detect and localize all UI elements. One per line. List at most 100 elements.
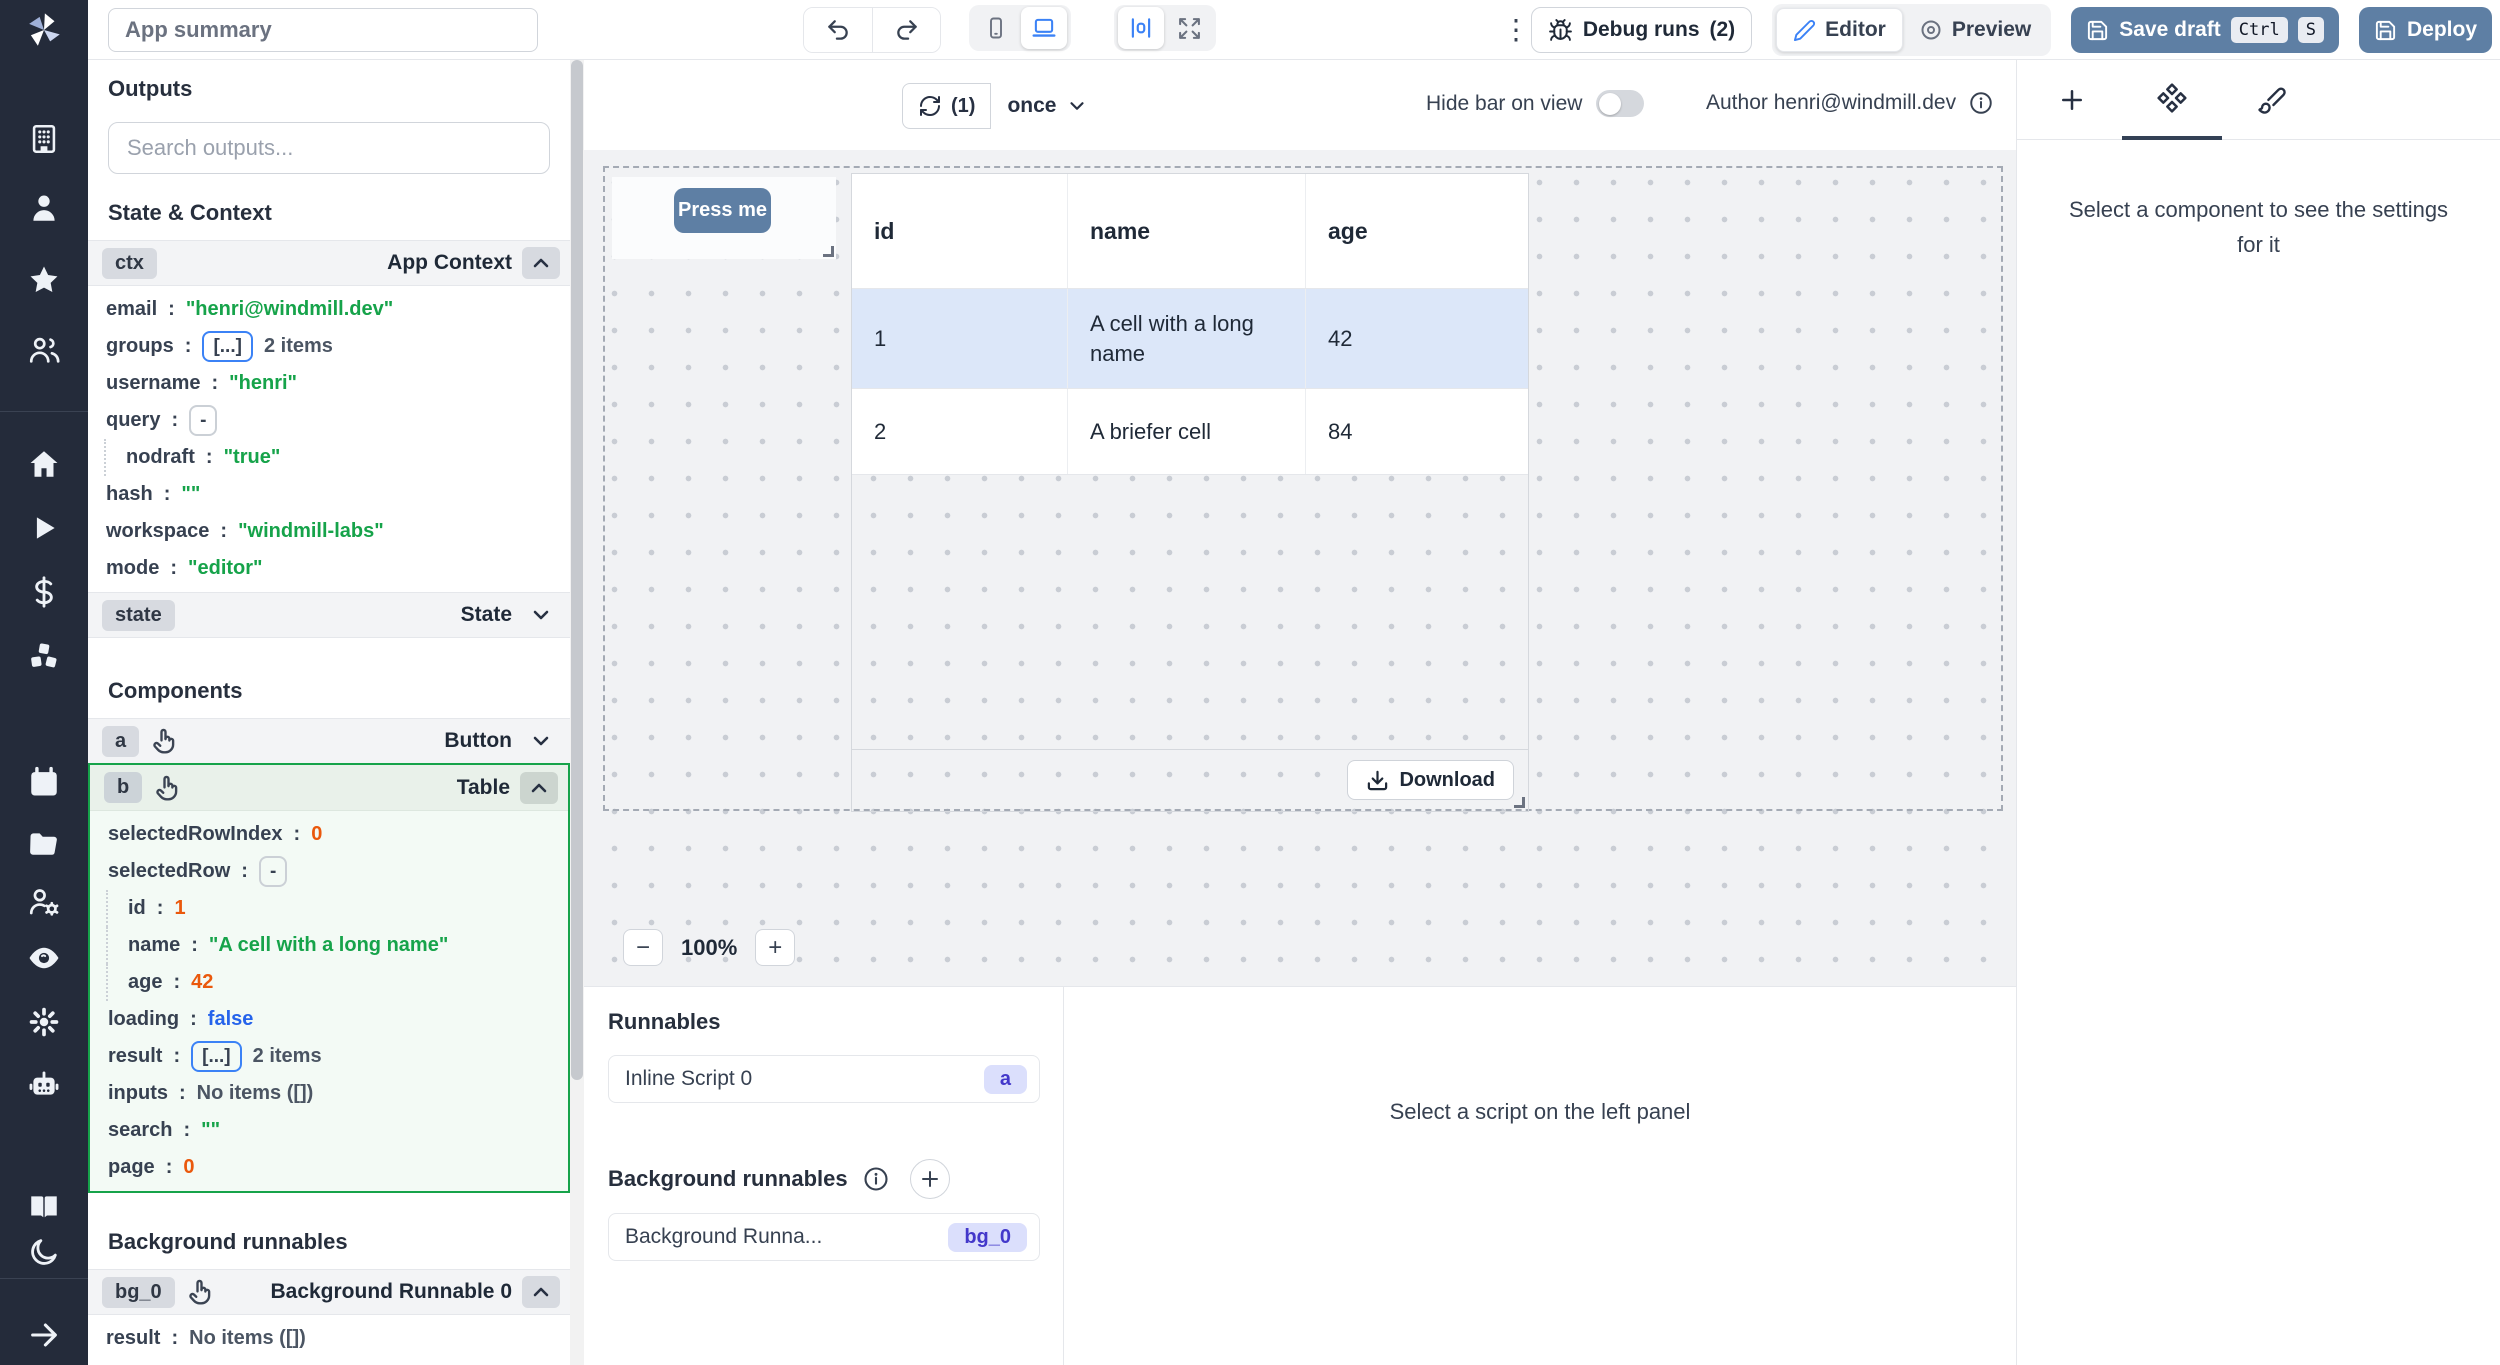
output-value: 1 bbox=[174, 897, 185, 920]
collapse-component-b-button[interactable] bbox=[520, 772, 558, 804]
kbd-ctrl: Ctrl bbox=[2231, 17, 2288, 43]
output-key: result bbox=[108, 1045, 162, 1068]
runnables-title: Runnables bbox=[608, 1009, 1039, 1035]
refresh-button[interactable]: (1) bbox=[902, 83, 991, 129]
center-layout-button[interactable] bbox=[1118, 7, 1164, 49]
windmill-logo[interactable] bbox=[0, 0, 88, 60]
collapse-ctx-button[interactable] bbox=[522, 247, 560, 279]
expand-value-pill[interactable]: [...] bbox=[191, 1041, 242, 1072]
component-b-header[interactable]: b Table bbox=[90, 765, 568, 811]
ctx-section-header[interactable]: ctx App Context bbox=[88, 240, 570, 286]
add-background-runnable-button[interactable] bbox=[910, 1159, 950, 1199]
workspace-building-icon[interactable] bbox=[27, 122, 61, 156]
fullscreen-layout-button[interactable] bbox=[1166, 7, 1212, 49]
workers-user-cog-icon[interactable] bbox=[27, 884, 61, 918]
expand-value-pill[interactable]: - bbox=[259, 856, 287, 887]
info-icon[interactable] bbox=[1968, 90, 1994, 116]
expand-value-pill[interactable]: - bbox=[189, 405, 217, 436]
dark-mode-moon-icon[interactable] bbox=[27, 1235, 61, 1269]
expand-state-button[interactable] bbox=[522, 599, 560, 631]
output-key: hash bbox=[106, 483, 153, 506]
save-draft-button[interactable]: Save draft Ctrl S bbox=[2071, 7, 2339, 53]
ctx-badge: ctx bbox=[102, 248, 157, 279]
bg0-section-header[interactable]: bg_0 Background Runnable 0 bbox=[88, 1269, 570, 1315]
output-key: name bbox=[128, 934, 180, 957]
zoom-in-button[interactable]: + bbox=[755, 929, 795, 966]
save-icon bbox=[2086, 19, 2109, 42]
expand-value-pill[interactable]: [...] bbox=[202, 331, 253, 362]
state-context-title: State & Context bbox=[88, 200, 570, 226]
output-key: nodraft bbox=[126, 446, 195, 469]
output-kv-row: loading:false bbox=[90, 1001, 568, 1038]
outputs-scrollbar[interactable] bbox=[570, 60, 584, 1365]
output-key: id bbox=[128, 897, 146, 920]
redo-button[interactable] bbox=[872, 7, 940, 53]
undo-redo-group bbox=[803, 7, 941, 53]
bg0-badge: bg_0 bbox=[102, 1277, 175, 1308]
output-key: selectedRowIndex bbox=[108, 823, 283, 846]
resources-boxes-icon[interactable] bbox=[27, 639, 61, 673]
resize-handle[interactable] bbox=[1514, 797, 1525, 808]
schedules-calendar-icon[interactable] bbox=[27, 765, 61, 799]
tab-add-component[interactable] bbox=[2022, 60, 2122, 140]
refresh-schedule-dropdown[interactable]: once bbox=[991, 83, 1104, 129]
star-icon[interactable] bbox=[27, 263, 61, 297]
table-footer: Download bbox=[852, 749, 1528, 811]
users-icon[interactable] bbox=[27, 333, 61, 367]
plus-icon bbox=[918, 1167, 942, 1191]
variables-dollar-icon[interactable] bbox=[27, 575, 61, 609]
zoom-out-button[interactable]: − bbox=[623, 929, 663, 966]
runs-play-icon[interactable] bbox=[27, 511, 61, 545]
output-kv-row: groups:[...]2 items bbox=[88, 328, 570, 365]
output-kv-row: age:42 bbox=[106, 964, 568, 1001]
output-value: 2 items bbox=[264, 335, 333, 358]
tab-styling[interactable] bbox=[2222, 60, 2322, 140]
editor-preview-toggle: Editor Preview bbox=[1772, 4, 2051, 56]
output-kv-row: inputs:No items ([]) bbox=[90, 1075, 568, 1112]
download-button[interactable]: Download bbox=[1347, 760, 1514, 800]
settings-gear-icon[interactable] bbox=[27, 1005, 61, 1039]
undo-button[interactable] bbox=[804, 7, 872, 53]
info-icon[interactable] bbox=[862, 1165, 890, 1193]
table-row[interactable]: 1A cell with a long name42 bbox=[852, 289, 1528, 389]
audit-eye-icon[interactable] bbox=[27, 941, 61, 975]
debug-runs-button[interactable]: Debug runs (2) bbox=[1531, 7, 1752, 53]
collapse-bg0-button[interactable] bbox=[522, 1276, 560, 1308]
expand-rail-arrow-right-icon[interactable] bbox=[27, 1318, 61, 1352]
deploy-button[interactable]: Deploy bbox=[2359, 7, 2492, 53]
app-canvas[interactable]: Press me idnameage 1A cell with a long n… bbox=[584, 150, 2016, 986]
output-kv-row: result:No items ([]) bbox=[88, 1320, 570, 1357]
background-runnable-item[interactable]: Background Runna... bg_0 bbox=[608, 1213, 1040, 1261]
folders-icon[interactable] bbox=[27, 827, 61, 861]
docs-book-open-icon[interactable] bbox=[27, 1190, 61, 1224]
user-icon[interactable] bbox=[27, 191, 61, 225]
table-row[interactable]: 2A briefer cell84 bbox=[852, 389, 1528, 475]
desktop-view-button[interactable] bbox=[1021, 7, 1067, 49]
component-a-header[interactable]: a Button bbox=[88, 718, 570, 764]
output-value: No items ([]) bbox=[197, 1082, 314, 1105]
hide-bar-label: Hide bar on view bbox=[1426, 92, 1582, 116]
table-header-cell: age bbox=[1306, 174, 1529, 288]
script-editor-empty-state: Select a script on the left panel bbox=[1064, 987, 2016, 1365]
table-component[interactable]: idnameage 1A cell with a long name422A b… bbox=[851, 173, 1529, 812]
expand-component-a-button[interactable] bbox=[522, 725, 560, 757]
resize-handle[interactable] bbox=[823, 246, 834, 257]
bot-icon[interactable] bbox=[27, 1068, 61, 1102]
home-icon[interactable] bbox=[27, 447, 61, 481]
preview-tab[interactable]: Preview bbox=[1903, 8, 2047, 52]
output-kv-row: selectedRowIndex:0 bbox=[90, 816, 568, 853]
refresh-count: (1) bbox=[951, 95, 975, 118]
search-outputs-input[interactable] bbox=[108, 122, 550, 174]
press-me-button[interactable]: Press me bbox=[674, 188, 771, 233]
windmill-logo-icon bbox=[23, 9, 65, 51]
more-options-kebab-icon[interactable]: ⋮ bbox=[1501, 12, 1531, 48]
inline-script-item[interactable]: Inline Script 0 a bbox=[608, 1055, 1040, 1103]
mobile-view-button[interactable] bbox=[973, 7, 1019, 49]
editor-tab[interactable]: Editor bbox=[1776, 8, 1903, 52]
tab-component-settings[interactable] bbox=[2122, 60, 2222, 140]
button-component-cell[interactable]: Press me bbox=[612, 177, 836, 259]
app-summary-input[interactable] bbox=[108, 8, 538, 52]
output-kv-row: hash:"" bbox=[88, 476, 570, 513]
hide-bar-toggle[interactable] bbox=[1596, 90, 1644, 117]
state-section-header[interactable]: state State bbox=[88, 592, 570, 638]
